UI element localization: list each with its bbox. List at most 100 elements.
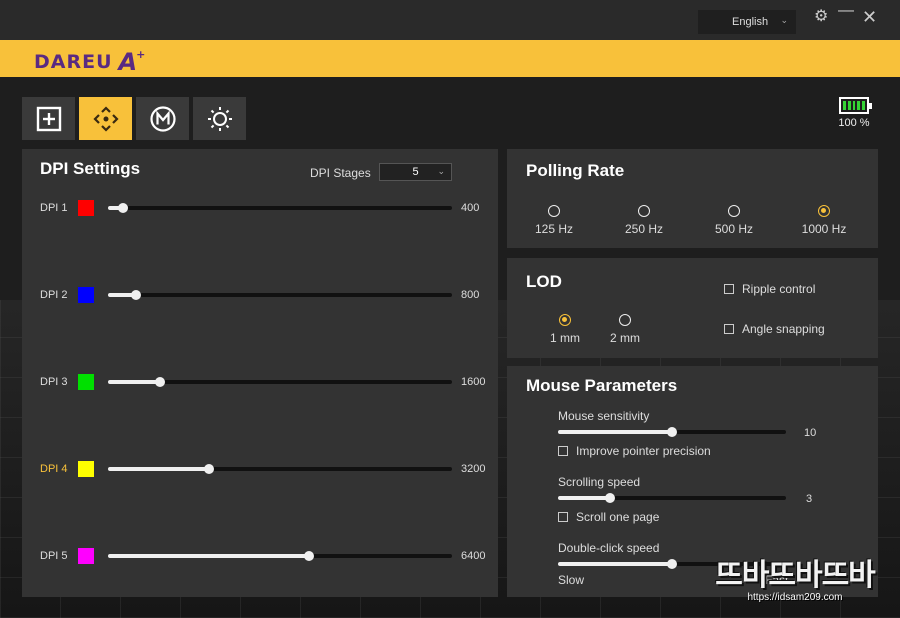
dpi-slider[interactable]: [108, 203, 452, 213]
mouse-sensitivity-label: Mouse sensitivity: [558, 409, 650, 423]
dpi-stage-label[interactable]: DPI 3: [40, 376, 68, 388]
title-bar: English ⌄ ⚙ — ✕: [0, 0, 900, 40]
dpi-value: 800: [461, 289, 480, 301]
tab-lighting[interactable]: [193, 97, 246, 140]
language-select-value: English: [732, 16, 769, 28]
light-sun-icon: [207, 106, 232, 131]
dpi-stages-select[interactable]: 5 ⌄: [379, 163, 452, 181]
dpi-slider[interactable]: [108, 377, 452, 387]
dpi-stage-label[interactable]: DPI 4: [40, 463, 68, 475]
battery-label: 100 %: [838, 117, 870, 129]
dpi-color-swatch[interactable]: [78, 548, 94, 564]
dpi-value: 3200: [461, 463, 486, 475]
dpi-value: 1600: [461, 376, 486, 388]
slider-fill: [108, 554, 310, 558]
mouse-sensitivity-slider[interactable]: [558, 427, 786, 437]
tab-performance[interactable]: [79, 97, 132, 140]
radio-button[interactable]: [638, 205, 650, 217]
radio-button[interactable]: [619, 314, 631, 326]
radio-button[interactable]: [559, 314, 571, 326]
angle-snapping-checkbox[interactable]: Angle snapping: [724, 322, 825, 336]
radio-button[interactable]: [728, 205, 740, 217]
logo-text: DAREU: [34, 51, 113, 73]
radio-button[interactable]: [548, 205, 560, 217]
battery-indicator: 100 %: [836, 97, 872, 129]
polling-rate-option[interactable]: 125 Hz: [529, 205, 579, 236]
dpi-slider[interactable]: [108, 290, 452, 300]
chevron-down-icon: ⌄: [437, 166, 445, 176]
ripple-control-checkbox[interactable]: Ripple control: [724, 282, 815, 296]
improve-pointer-precision-checkbox[interactable]: Improve pointer precision: [558, 444, 711, 458]
slider-knob[interactable]: [204, 464, 215, 474]
minimize-icon[interactable]: —: [838, 2, 854, 20]
scrolling-speed-slider[interactable]: [558, 493, 786, 503]
scroll-one-page-label: Scroll one page: [576, 510, 660, 524]
lod-title: LOD: [526, 272, 562, 291]
checkbox-box: [724, 324, 734, 334]
dpi-stage-label[interactable]: DPI 1: [40, 202, 68, 214]
watermark: 뜨바뜨바뜨바 https://idsam209.com: [700, 550, 890, 608]
dpi-row: DPI 3 1600: [22, 373, 498, 393]
logo-mark-sup: +: [136, 47, 147, 61]
slider-knob[interactable]: [118, 203, 129, 213]
tab-buttons[interactable]: [22, 97, 75, 140]
macro-m-icon: [149, 105, 176, 132]
scroll-one-page-checkbox[interactable]: Scroll one page: [558, 510, 659, 524]
dpi-stage-label[interactable]: DPI 5: [40, 550, 68, 562]
checkbox-box: [558, 446, 568, 456]
language-select[interactable]: English ⌄: [698, 10, 796, 34]
radio-button[interactable]: [818, 205, 830, 217]
slider-knob[interactable]: [667, 559, 677, 569]
polling-rate-label: 125 Hz: [534, 222, 574, 236]
tab-macro[interactable]: [136, 97, 189, 140]
slider-knob[interactable]: [605, 493, 616, 503]
mouse-sensitivity-value: 10: [804, 427, 817, 439]
dpi-value: 6400: [461, 550, 486, 562]
slider-fill: [108, 467, 210, 471]
dpi-stages-label: DPI Stages: [310, 166, 371, 180]
double-click-speed-label: Double-click speed: [558, 541, 660, 555]
dpi-stage-label[interactable]: DPI 2: [40, 289, 68, 301]
lod-option[interactable]: 2 mm: [605, 314, 645, 345]
dpi-settings-title: DPI Settings: [40, 159, 141, 178]
ripple-control-label: Ripple control: [742, 282, 816, 296]
slider-knob[interactable]: [304, 551, 315, 561]
slider-fill: [558, 496, 611, 500]
chevron-down-icon: ⌄: [780, 15, 788, 25]
lod-label: 1 mm: [550, 331, 580, 345]
dpi-slider[interactable]: [108, 551, 452, 561]
dpi-row: DPI 2 800: [22, 286, 498, 306]
improve-pointer-precision-label: Improve pointer precision: [576, 444, 711, 458]
lod-label: 2 mm: [610, 331, 640, 345]
polling-rate-label: 1000 Hz: [801, 222, 847, 236]
dpi-stages-value: 5: [412, 166, 419, 178]
dpi-color-swatch[interactable]: [78, 374, 94, 390]
scrolling-speed-label: Scrolling speed: [558, 475, 641, 489]
polling-rate-option[interactable]: 1000 Hz: [799, 205, 849, 236]
lod-option[interactable]: 1 mm: [545, 314, 585, 345]
double-click-slow-label: Slow: [558, 573, 585, 587]
slider-fill: [108, 380, 160, 384]
polling-rate-option[interactable]: 250 Hz: [619, 205, 669, 236]
polling-rate-option[interactable]: 500 Hz: [709, 205, 759, 236]
dpi-row: DPI 4 3200: [22, 460, 498, 480]
close-icon[interactable]: ✕: [862, 8, 877, 26]
dpi-color-swatch[interactable]: [78, 461, 94, 477]
watermark-text: 뜨바뜨바뜨바: [715, 558, 876, 593]
angle-snapping-label: Angle snapping: [742, 322, 825, 336]
dpi-color-swatch[interactable]: [78, 200, 94, 216]
slider-fill: [558, 562, 672, 566]
battery-icon: [839, 97, 872, 114]
move-arrows-icon: [92, 105, 119, 132]
dpi-slider[interactable]: [108, 464, 452, 474]
dpi-color-swatch[interactable]: [78, 287, 94, 303]
slider-knob[interactable]: [130, 290, 141, 300]
scrolling-speed-value: 3: [806, 493, 813, 505]
slider-knob[interactable]: [154, 377, 165, 387]
checkbox-box: [724, 284, 734, 294]
settings-gear-icon[interactable]: ⚙: [814, 8, 828, 26]
plus-square-icon: [36, 106, 61, 131]
dpi-settings-panel: DPI Settings DPI Stages 5 ⌄ DPI 1 400 DPI …: [22, 149, 498, 597]
slider-knob[interactable]: [667, 427, 677, 437]
function-tabs: [22, 97, 246, 140]
